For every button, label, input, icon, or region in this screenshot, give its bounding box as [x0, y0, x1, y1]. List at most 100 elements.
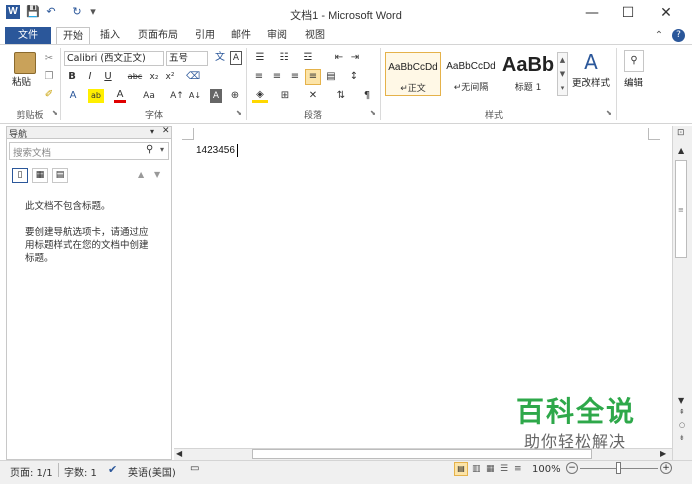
- format-painter-icon[interactable]: ✐: [42, 88, 56, 102]
- clear-formatting-icon[interactable]: ⌫: [186, 70, 200, 84]
- align-right-icon[interactable]: ≡: [288, 70, 302, 84]
- underline-button[interactable]: U: [102, 70, 114, 84]
- ruler-toggle-icon[interactable]: ⊡: [677, 128, 685, 138]
- enclose-char-button[interactable]: ⊕: [228, 89, 242, 103]
- font-name-combo[interactable]: Calibri (西文正文): [64, 51, 164, 66]
- tab-home[interactable]: 开始: [56, 27, 90, 45]
- zoom-in-icon[interactable]: +: [660, 462, 672, 474]
- page-count[interactable]: 页面: 1/1: [10, 464, 53, 479]
- full-screen-reading-icon[interactable]: ▥: [472, 464, 481, 474]
- scroll-left-icon[interactable]: ◀: [176, 449, 182, 458]
- search-dropdown-icon[interactable]: ▾: [160, 145, 164, 154]
- close-button[interactable]: ✕: [648, 2, 684, 24]
- find-icon[interactable]: ⚲: [624, 50, 644, 72]
- font-color-button[interactable]: A: [114, 89, 126, 103]
- phonetic-guide-icon[interactable]: 文: [212, 51, 228, 65]
- style-normal[interactable]: AaBbCcDd ↵正文: [385, 52, 441, 96]
- decrease-indent-icon[interactable]: ⇤: [332, 51, 346, 65]
- print-layout-icon[interactable]: ▤: [454, 462, 468, 476]
- style-name: 标题 1: [514, 83, 542, 93]
- tab-pages[interactable]: ▦: [32, 168, 48, 183]
- copy-icon[interactable]: ❐: [42, 70, 56, 84]
- tab-view[interactable]: 视图: [300, 27, 330, 44]
- nav-close-icon[interactable]: ✕: [162, 126, 170, 136]
- text-effects-button[interactable]: A: [66, 89, 80, 103]
- bold-button[interactable]: B: [66, 70, 78, 84]
- tab-file[interactable]: 文件: [5, 27, 51, 44]
- zoom-out-icon[interactable]: −: [566, 462, 578, 474]
- align-center-icon[interactable]: ≡: [270, 70, 284, 84]
- change-styles-icon[interactable]: A: [580, 50, 602, 74]
- zoom-slider-thumb[interactable]: [616, 462, 621, 474]
- scroll-right-icon[interactable]: ▶: [660, 449, 666, 458]
- paste-button[interactable]: 粘贴: [12, 76, 31, 90]
- draft-icon[interactable]: ≡: [514, 464, 522, 474]
- change-styles-button[interactable]: 更改样式: [572, 77, 610, 91]
- italic-button[interactable]: I: [84, 70, 96, 84]
- nav-prev-icon[interactable]: ▲: [138, 170, 144, 179]
- increase-indent-icon[interactable]: ⇥: [348, 51, 362, 65]
- proofing-icon[interactable]: ✔: [108, 463, 117, 476]
- zoom-level[interactable]: 100%: [532, 464, 561, 475]
- scroll-down-icon[interactable]: ▼: [678, 396, 684, 405]
- help-icon[interactable]: ?: [672, 29, 685, 42]
- outline-icon[interactable]: ☰: [500, 464, 508, 474]
- nav-menu-icon[interactable]: ▾: [150, 127, 154, 136]
- distributed-icon[interactable]: ▤: [324, 70, 338, 84]
- multilevel-list-icon[interactable]: ☲: [300, 51, 316, 65]
- char-shading-button[interactable]: A: [210, 89, 222, 103]
- tab-headings[interactable]: ▯: [12, 168, 28, 183]
- next-page-icon[interactable]: ⇟: [679, 434, 685, 442]
- shading-icon[interactable]: ◈: [252, 89, 268, 103]
- language[interactable]: 英语(美国): [128, 464, 176, 479]
- maximize-button[interactable]: ☐: [610, 2, 646, 24]
- macro-record-icon[interactable]: ▭: [190, 463, 199, 474]
- change-case-button[interactable]: Aa: [140, 89, 158, 103]
- line-spacing-icon[interactable]: ↕: [346, 70, 362, 84]
- search-placeholder: 搜索文档: [13, 148, 52, 159]
- bullets-icon[interactable]: ☰: [252, 51, 268, 65]
- tab-page-layout[interactable]: 页面布局: [132, 27, 184, 44]
- show-marks-icon[interactable]: ¶: [360, 89, 374, 103]
- styles-launcher-icon[interactable]: ⬊: [606, 109, 612, 117]
- grow-font-button[interactable]: A↑: [170, 89, 184, 103]
- tab-references[interactable]: 引用: [190, 27, 220, 44]
- numbering-icon[interactable]: ☷: [276, 51, 292, 65]
- editing-button[interactable]: 编辑: [624, 77, 643, 91]
- clipboard-launcher-icon[interactable]: ⬊: [52, 109, 58, 117]
- style-no-spacing[interactable]: AaBbCcDd ↵无间隔: [442, 52, 500, 96]
- styles-scroll-icon[interactable]: ▲ ▼ ▾: [557, 52, 568, 96]
- tab-review[interactable]: 审阅: [262, 27, 292, 44]
- shrink-font-button[interactable]: A↓: [188, 89, 202, 103]
- font-launcher-icon[interactable]: ⬊: [236, 109, 242, 117]
- align-left-icon[interactable]: ≡: [252, 70, 266, 84]
- chinese-layout-icon[interactable]: ✕: [306, 89, 320, 103]
- strikethrough-button[interactable]: abc: [126, 70, 144, 84]
- font-size-combo[interactable]: 五号: [166, 51, 208, 66]
- tab-results[interactable]: ▤: [52, 168, 68, 183]
- prev-page-icon[interactable]: ⇞: [679, 408, 685, 416]
- minimize-button[interactable]: —: [574, 2, 610, 24]
- tab-insert[interactable]: 插入: [94, 27, 126, 44]
- paste-icon[interactable]: [14, 52, 36, 74]
- style-heading1[interactable]: AaBb 标题 1: [500, 52, 556, 96]
- browse-object-icon[interactable]: ○: [679, 421, 685, 429]
- sort-icon[interactable]: ⇅: [334, 89, 348, 103]
- justify-icon[interactable]: ≡: [305, 69, 321, 85]
- subscript-button[interactable]: x₂: [148, 70, 160, 84]
- document-text[interactable]: 1423456: [196, 145, 235, 156]
- group-divider: [60, 48, 61, 120]
- search-icon[interactable]: ⚲: [146, 144, 153, 155]
- nav-next-icon[interactable]: ▼: [154, 170, 160, 179]
- highlight-button[interactable]: ab: [88, 89, 104, 103]
- tab-mailings[interactable]: 邮件: [226, 27, 256, 44]
- web-layout-icon[interactable]: ▦: [486, 464, 495, 474]
- scroll-up-icon[interactable]: ▲: [678, 146, 684, 155]
- char-border-icon[interactable]: A: [230, 51, 242, 65]
- borders-icon[interactable]: ⊞: [278, 89, 292, 103]
- word-count[interactable]: 字数: 1: [64, 464, 97, 479]
- collapse-ribbon-icon[interactable]: ⌃: [652, 27, 666, 44]
- superscript-button[interactable]: x²: [164, 70, 176, 84]
- cut-icon[interactable]: ✂: [42, 52, 56, 66]
- paragraph-launcher-icon[interactable]: ⬊: [370, 109, 376, 117]
